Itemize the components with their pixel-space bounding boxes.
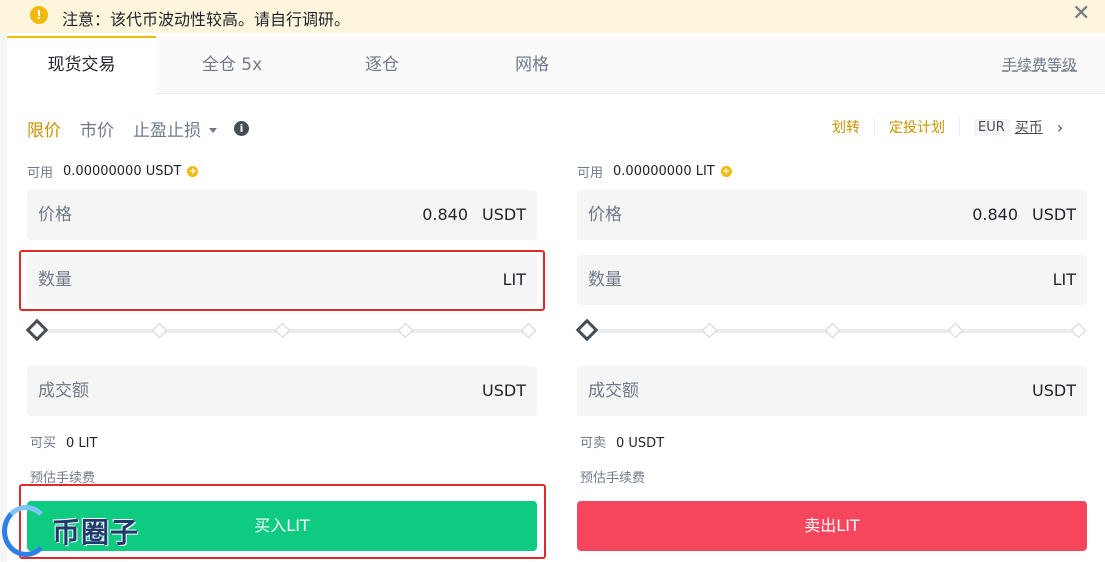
sell-price-unit: USDT [1032, 205, 1076, 224]
chevron-right-icon[interactable]: › [1057, 118, 1063, 137]
buy-max: 可买 0 LIT [30, 432, 97, 451]
tab-grid[interactable]: 网格 [497, 36, 567, 94]
buy-max-value: 0 LIT [66, 436, 98, 451]
plus-icon[interactable]: + [187, 166, 199, 177]
sell-amount-field[interactable]: 数量 LIT [577, 255, 1087, 305]
sell-price-field[interactable]: 价格 0.840 USDT [577, 190, 1087, 240]
recurring-plan-link[interactable]: 定投计划 [889, 117, 945, 137]
buy-available-label: 可用 [27, 166, 54, 181]
order-type-limit[interactable]: 限价 [27, 116, 61, 141]
warning-icon: ! [30, 6, 48, 24]
buy-amount-field[interactable]: 数量 LIT [27, 255, 537, 305]
plus-icon[interactable]: + [720, 166, 732, 177]
slider-handle[interactable] [25, 318, 49, 342]
buy-fee-label[interactable]: 预估手续费 [30, 467, 95, 486]
buy-total-field[interactable]: 成交额 USDT [27, 366, 537, 416]
order-type-stop[interactable]: 止盈止损 [133, 116, 217, 141]
sell-total-label: 成交额 [588, 381, 639, 401]
tab-isolated-margin[interactable]: 逐仓 [347, 36, 417, 94]
fee-level-link[interactable]: 手续费等级 [1002, 36, 1077, 94]
slider-step-75[interactable] [947, 322, 964, 339]
notice-text: 注意：该代币波动性较高。请自行调研。 [62, 10, 351, 29]
chevron-down-icon [209, 128, 217, 133]
buy-percent-slider[interactable] [25, 318, 537, 342]
sell-total-field[interactable]: 成交额 USDT [577, 366, 1087, 416]
slider-step-25[interactable] [701, 322, 718, 339]
slider-step-50[interactable] [274, 322, 291, 339]
buy-available: 可用 0.00000000 USDT + [27, 162, 199, 181]
notice-bar: ! 注意：该代币波动性较高。请自行调研。 ✕ [0, 0, 1105, 33]
buy-price-field[interactable]: 价格 0.840 USDT [27, 190, 537, 240]
watermark-swoosh [2, 505, 50, 557]
sell-max-label: 可卖 [580, 436, 607, 451]
sell-total-unit: USDT [1032, 381, 1076, 400]
sell-button[interactable]: 卖出LIT [577, 501, 1087, 551]
sell-available-label: 可用 [577, 166, 604, 181]
watermark-text: 币圈子 [52, 516, 140, 549]
buy-price-unit: USDT [482, 205, 526, 224]
info-icon[interactable]: i [234, 120, 249, 136]
buy-available-value: 0.00000000 USDT [63, 164, 182, 179]
buy-amount-label: 数量 [38, 270, 72, 290]
tab-spot[interactable]: 现货交易 [7, 36, 156, 94]
slider-step-25[interactable] [151, 322, 168, 339]
close-icon[interactable]: ✕ [1072, 2, 1090, 26]
sell-available-value: 0.00000000 LIT [613, 164, 715, 179]
left-edge [0, 33, 7, 562]
currency-badge[interactable]: EUR [974, 118, 1009, 136]
sell-percent-slider[interactable] [575, 318, 1087, 342]
slider-handle[interactable] [575, 318, 599, 342]
tab-cross-margin[interactable]: 全仓 5x [187, 36, 277, 94]
slider-step-100[interactable] [520, 322, 537, 339]
slider-step-100[interactable] [1070, 322, 1087, 339]
transfer-link[interactable]: 划转 [832, 117, 860, 137]
order-type-stop-label: 止盈止损 [133, 120, 201, 141]
buy-price-input[interactable]: 0.840 [422, 205, 468, 224]
sell-max-value: 0 USDT [616, 436, 665, 451]
slider-step-50[interactable] [824, 322, 841, 339]
sell-amount-unit: LIT [1052, 270, 1076, 289]
trade-mode-tabs: 现货交易 全仓 5x 逐仓 网格 手续费等级 [7, 36, 1105, 94]
sell-amount-label: 数量 [588, 270, 622, 290]
sell-available: 可用 0.00000000 LIT + [577, 162, 732, 181]
sell-price-input[interactable]: 0.840 [972, 205, 1018, 224]
sell-price-label: 价格 [588, 205, 622, 225]
buy-total-label: 成交额 [38, 381, 89, 401]
watermark-logo: 币圈子 [2, 505, 152, 560]
divider [959, 118, 960, 136]
slider-step-75[interactable] [397, 322, 414, 339]
order-type-market[interactable]: 市价 [80, 116, 114, 141]
buy-crypto-link[interactable]: 买币 [1015, 117, 1043, 137]
divider [874, 118, 875, 136]
order-type-selector: 限价 市价 止盈止损 i [27, 115, 249, 141]
sell-max: 可卖 0 USDT [580, 432, 664, 451]
buy-total-unit: USDT [482, 381, 526, 400]
buy-price-label: 价格 [38, 205, 72, 225]
top-links: 划转 定投计划 EUR 买币 › [832, 116, 1063, 138]
sell-fee-label[interactable]: 预估手续费 [580, 467, 645, 486]
buy-amount-unit: LIT [502, 270, 526, 289]
buy-max-label: 可买 [30, 436, 57, 451]
